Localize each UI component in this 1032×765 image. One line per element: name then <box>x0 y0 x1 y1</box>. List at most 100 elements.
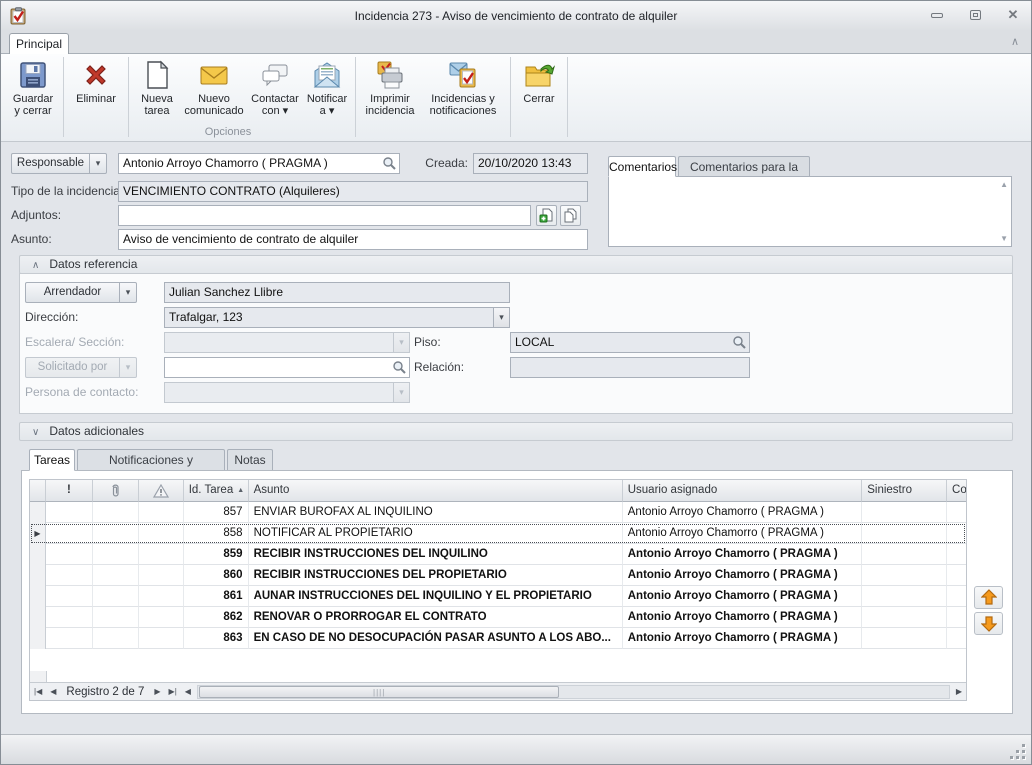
contact-with-button[interactable]: Contactar con ▾ <box>247 57 303 129</box>
scroll-up-icon[interactable]: ▲ <box>1000 180 1008 189</box>
add-attachment-button[interactable] <box>536 205 557 226</box>
siniestro-column-header[interactable]: Siniestro <box>862 480 947 502</box>
notify-to-button[interactable]: Notificar a ▾ <box>303 57 351 129</box>
close-button[interactable]: ✕ <box>1005 8 1021 22</box>
hscroll-right-button[interactable]: ▶ <box>952 683 966 700</box>
tab-comentarios-web[interactable]: Comentarios para la web <box>678 156 810 177</box>
horizontal-scrollbar[interactable]: |||| <box>197 685 950 699</box>
adjuntos-label: Adjuntos: <box>11 205 61 226</box>
attachment-cell <box>93 607 139 628</box>
escalera-label: Escalera/ Sección: <box>25 332 124 353</box>
co-cell <box>947 523 966 544</box>
asunto-column-header[interactable]: Asunto <box>249 480 623 502</box>
record-status: Registro 2 de 7 <box>60 686 150 698</box>
save-close-button[interactable]: Guardar y cerrar <box>7 57 59 129</box>
button-label: Imprimir incidencia <box>366 93 415 117</box>
envelope-icon <box>198 59 230 91</box>
section-datos-adicionales[interactable]: ∨Datos adicionales <box>19 422 1013 441</box>
copy-attachment-button[interactable] <box>560 205 581 226</box>
id-cell: 862 <box>184 607 249 628</box>
id-cell: 863 <box>184 628 249 649</box>
divider <box>567 57 568 137</box>
table-row[interactable]: 857ENVIAR BUROFAX AL INQUILINOAntonio Ar… <box>30 502 966 523</box>
button-label: Notificar a ▾ <box>307 93 347 117</box>
minimize-button[interactable] <box>929 8 945 22</box>
resize-grip[interactable] <box>1011 745 1025 759</box>
delete-button[interactable]: Eliminar <box>68 57 124 129</box>
id-cell: 859 <box>184 544 249 565</box>
warning-column-header[interactable] <box>139 480 184 502</box>
comentarios-textarea[interactable]: ▲ ▼ <box>608 176 1012 247</box>
table-row[interactable]: 859RECIBIR INSTRUCCIONES DEL INQUILINOAn… <box>30 544 966 565</box>
tab-comentarios[interactable]: Comentarios <box>608 156 676 177</box>
creada-label: Creada: <box>408 153 468 174</box>
button-label: Guardar y cerrar <box>13 93 53 117</box>
id-cell: 860 <box>184 565 249 586</box>
usuario-cell: Antonio Arroyo Chamorro ( PRAGMA ) <box>623 628 862 649</box>
priority-cell <box>46 628 93 649</box>
scroll-down-icon[interactable]: ▼ <box>1000 234 1008 243</box>
responsable-dropdown-button[interactable]: Responsable ▾ <box>11 153 107 174</box>
divider <box>128 57 129 137</box>
row-pointer-cell <box>30 607 46 628</box>
asunto-field[interactable]: Aviso de vencimiento de contrato de alqu… <box>118 229 588 250</box>
solicitado-field[interactable] <box>164 357 410 378</box>
attachment-column-header[interactable] <box>93 480 139 502</box>
warning-cell <box>139 586 184 607</box>
attachment-cell <box>93 565 139 586</box>
ribbon-collapse-icon[interactable]: ∧ <box>1011 35 1019 48</box>
close-icon: ✕ <box>1008 7 1019 23</box>
piso-field[interactable]: LOCAL <box>510 332 750 353</box>
warning-icon <box>153 484 169 498</box>
incidents-notifications-button[interactable]: Incidencias y notificaciones <box>420 57 506 129</box>
co-column-header[interactable]: Co <box>947 480 966 502</box>
attachment-cell <box>93 586 139 607</box>
window-title: Incidencia 273 - Aviso de vencimiento de… <box>1 9 1031 23</box>
tab-notificaciones[interactable]: Notificaciones y comunicados <box>77 449 225 471</box>
direccion-combo[interactable]: Trafalgar, 123 ▾ <box>164 307 510 328</box>
responsable-field[interactable]: Antonio Arroyo Chamorro ( PRAGMA ) <box>118 153 400 174</box>
new-task-button[interactable]: Nueva tarea <box>133 57 181 129</box>
table-row[interactable]: 862RENOVAR O PRORROGAR EL CONTRATOAntoni… <box>30 607 966 628</box>
co-cell <box>947 628 966 649</box>
search-icon[interactable] <box>732 335 747 350</box>
move-task-down-button[interactable] <box>974 612 1003 635</box>
priority-column-header[interactable]: ! <box>46 480 93 502</box>
print-incident-button[interactable]: Imprimir incidencia <box>360 57 420 129</box>
id-tarea-column-header[interactable]: Id. Tarea ▲ <box>184 480 249 502</box>
siniestro-cell <box>862 544 947 565</box>
row-pointer-cell <box>30 565 46 586</box>
section-datos-referencia[interactable]: ∧Datos referencia <box>19 255 1013 274</box>
table-row[interactable]: ▶858NOTIFICAR AL PROPIETARIOAntonio Arro… <box>30 523 966 544</box>
tab-tareas[interactable]: Tareas <box>29 449 75 471</box>
arrendador-dropdown-button[interactable]: Arrendador ▾ <box>25 282 137 303</box>
co-cell <box>947 544 966 565</box>
relacion-field <box>510 357 750 378</box>
nav-first-button[interactable]: |◀ <box>30 683 46 700</box>
nav-last-button[interactable]: ▶| <box>165 683 181 700</box>
tab-notas[interactable]: Notas <box>227 449 273 471</box>
tab-principal[interactable]: Principal <box>9 33 69 54</box>
search-icon[interactable] <box>392 360 407 375</box>
delete-icon <box>80 59 112 91</box>
adjuntos-field[interactable] <box>118 205 531 226</box>
nav-next-button[interactable]: ▶ <box>150 683 164 700</box>
row-indicator-header <box>30 480 46 502</box>
new-communication-button[interactable]: Nuevo comunicado <box>181 57 247 129</box>
direccion-label: Dirección: <box>25 307 78 328</box>
move-task-up-button[interactable] <box>974 586 1003 609</box>
hscroll-left-button[interactable]: ◀ <box>181 683 195 700</box>
nav-prev-button[interactable]: ◀ <box>46 683 60 700</box>
table-row[interactable]: 860RECIBIR INSTRUCCIONES DEL PROPIETARIO… <box>30 565 966 586</box>
close-form-button[interactable]: Cerrar <box>515 57 563 129</box>
table-row[interactable]: 863EN CASO DE NO DESOCUPACIÓN PASAR ASUN… <box>30 628 966 649</box>
status-bar <box>1 734 1031 764</box>
table-row[interactable]: 861AUNAR INSTRUCCIONES DEL INQUILINO Y E… <box>30 586 966 607</box>
usuario-column-header[interactable]: Usuario asignado <box>623 480 862 502</box>
scrollbar-thumb[interactable]: |||| <box>199 686 559 698</box>
restore-button[interactable] <box>967 8 983 22</box>
new-document-icon <box>141 59 173 91</box>
arrendador-field: Julian Sanchez Llibre <box>164 282 510 303</box>
chevron-down-icon[interactable]: ▾ <box>493 308 509 327</box>
search-icon[interactable] <box>382 156 397 171</box>
